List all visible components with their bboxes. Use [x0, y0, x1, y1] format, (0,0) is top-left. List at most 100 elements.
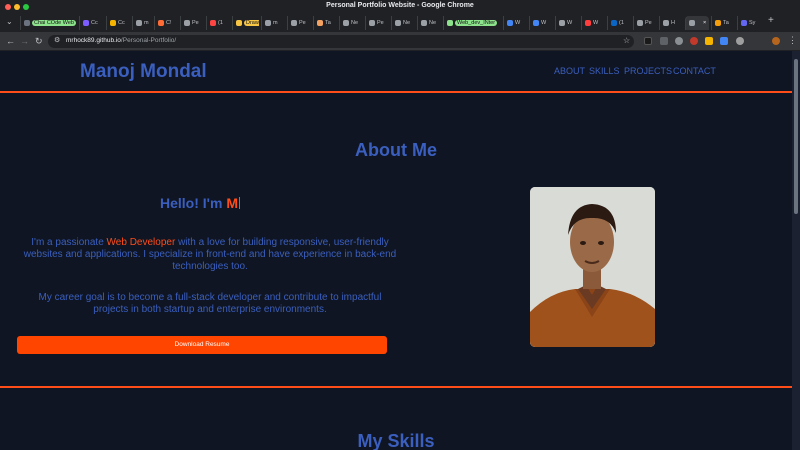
- browser-tab[interactable]: m: [132, 16, 152, 30]
- tab-label: W: [541, 20, 547, 26]
- browser-tab[interactable]: Ne: [339, 16, 363, 30]
- tab-label: Pe: [299, 20, 306, 26]
- tab-label: Draw: [244, 20, 259, 26]
- url-path: /Personal-Portfolio/: [120, 37, 177, 44]
- tab-favicon-icon: [689, 20, 695, 26]
- intro-paragraph: I'm a passionate Web Developer with a lo…: [20, 237, 400, 273]
- browser-tab[interactable]: Ta: [711, 16, 735, 30]
- tab-favicon-icon: [637, 20, 643, 26]
- browser-tab[interactable]: (1: [206, 16, 230, 30]
- browser-tab[interactable]: W: [529, 16, 553, 30]
- bookmark-star-icon[interactable]: ☆: [623, 36, 630, 46]
- extension-icon[interactable]: [660, 37, 668, 45]
- tab-favicon-icon: [291, 20, 297, 26]
- browser-tab[interactable]: Sy: [737, 16, 761, 30]
- tab-favicon-icon: [585, 20, 591, 26]
- back-arrow-icon[interactable]: ←: [6, 36, 15, 46]
- tab-label: C!: [166, 20, 172, 26]
- tab-favicon-icon: [317, 20, 323, 26]
- extensions-icon[interactable]: [736, 37, 744, 45]
- browser-tab[interactable]: Chai COde Web: [20, 16, 77, 30]
- tab-favicon-icon: [158, 20, 164, 26]
- browser-tab[interactable]: m: [261, 16, 285, 30]
- intro-highlight: Web Developer: [106, 237, 176, 248]
- nav-link-skills[interactable]: SKILLS: [589, 66, 620, 76]
- tab-label: m: [273, 20, 278, 26]
- browser-tab[interactable]: Web_dev_INter: [443, 16, 501, 30]
- browser-tab[interactable]: Cc: [79, 16, 104, 30]
- browser-tab[interactable]: Ne: [417, 16, 441, 30]
- window-title: Personal Portfolio Website - Google Chro…: [326, 2, 474, 9]
- tab-label: W: [515, 20, 521, 26]
- tab-label: Ne: [351, 20, 359, 26]
- tab-favicon-icon: [343, 20, 349, 26]
- tab-favicon-icon: [136, 20, 142, 26]
- nav-link-projects[interactable]: PROJECTS: [624, 66, 672, 76]
- forward-arrow-icon[interactable]: →: [20, 36, 29, 46]
- reload-icon[interactable]: ↻: [35, 36, 43, 46]
- page-viewport: Manoj Mondal ABOUT SKILLS PROJECTS CONTA…: [0, 51, 800, 450]
- page-scrollbar[interactable]: [792, 51, 800, 450]
- tab-favicon-icon: [369, 20, 375, 26]
- extension-icon[interactable]: [705, 37, 713, 45]
- about-section-title: About Me: [355, 140, 437, 160]
- tab-favicon-icon: [533, 20, 539, 26]
- browser-tab[interactable]: W: [581, 16, 605, 30]
- profile-photo-illustration: [530, 187, 655, 347]
- tab-label: Ta: [723, 20, 729, 26]
- typing-caret: [239, 197, 241, 209]
- profile-avatar-icon[interactable]: [772, 37, 780, 45]
- tab-favicon-icon: [447, 20, 453, 26]
- tab-label: (1: [619, 20, 624, 26]
- extension-icon[interactable]: [644, 37, 652, 45]
- browser-tab[interactable]: Pe: [633, 16, 657, 30]
- browser-tab[interactable]: Pe: [287, 16, 311, 30]
- download-resume-button[interactable]: Download Resume: [17, 336, 387, 354]
- tab-favicon-icon: [184, 20, 190, 26]
- nav-link-contact[interactable]: CONTACT: [673, 66, 716, 76]
- site-info-icon[interactable]: ⚙: [54, 36, 60, 46]
- tab-label: Pe: [645, 20, 652, 26]
- address-bar[interactable]: ⚙ mrhock89.github.io/Personal-Portfolio/…: [48, 35, 634, 48]
- tab-favicon-icon: [559, 20, 565, 26]
- browser-tab[interactable]: W: [503, 16, 527, 30]
- window-titlebar: Personal Portfolio Website - Google Chro…: [0, 0, 800, 14]
- tab-favicon-icon: [663, 20, 669, 26]
- new-tab-button[interactable]: +: [768, 16, 774, 26]
- browser-tab[interactable]: Cc: [106, 16, 130, 30]
- tab-favicon-icon: [210, 20, 216, 26]
- browser-tab[interactable]: Ne: [391, 16, 415, 30]
- scrollbar-thumb[interactable]: [794, 59, 798, 214]
- browser-tab[interactable]: H: [659, 16, 683, 30]
- tab-favicon-icon: [395, 20, 401, 26]
- browser-tab[interactable]: ×: [685, 16, 709, 30]
- browser-tab[interactable]: W: [555, 16, 579, 30]
- tab-label: m: [144, 20, 149, 26]
- tab-favicon-icon: [421, 20, 427, 26]
- extension-icon[interactable]: [720, 37, 728, 45]
- tab-favicon-icon: [265, 20, 271, 26]
- browser-tab[interactable]: (1: [607, 16, 631, 30]
- extension-icon[interactable]: [675, 37, 683, 45]
- tab-favicon-icon: [110, 20, 116, 26]
- close-tab-icon[interactable]: ×: [703, 20, 706, 26]
- tab-label: Pe: [192, 20, 199, 26]
- tab-label: Ta: [325, 20, 331, 26]
- browser-tab[interactable]: Ta: [313, 16, 337, 30]
- browser-tab[interactable]: Draw: [232, 16, 259, 30]
- tab-label: H: [671, 20, 675, 26]
- tab-favicon-icon: [83, 20, 89, 26]
- greeting-heading: Hello! I'm M: [160, 195, 241, 211]
- tab-label: Cc: [91, 20, 98, 26]
- extension-icon[interactable]: [690, 37, 698, 45]
- browser-tab[interactable]: C!: [154, 16, 178, 30]
- tab-search-icon[interactable]: ⌄: [6, 17, 13, 27]
- menu-dots-icon[interactable]: ⋮: [788, 35, 797, 45]
- browser-tab[interactable]: Pe: [180, 16, 204, 30]
- tab-label: Ne: [403, 20, 411, 26]
- browser-tab[interactable]: Pe: [365, 16, 389, 30]
- nav-link-about[interactable]: ABOUT: [554, 66, 585, 76]
- tab-favicon-icon: [24, 20, 30, 26]
- site-logo[interactable]: Manoj Mondal: [80, 61, 207, 83]
- typed-text: M: [226, 195, 239, 211]
